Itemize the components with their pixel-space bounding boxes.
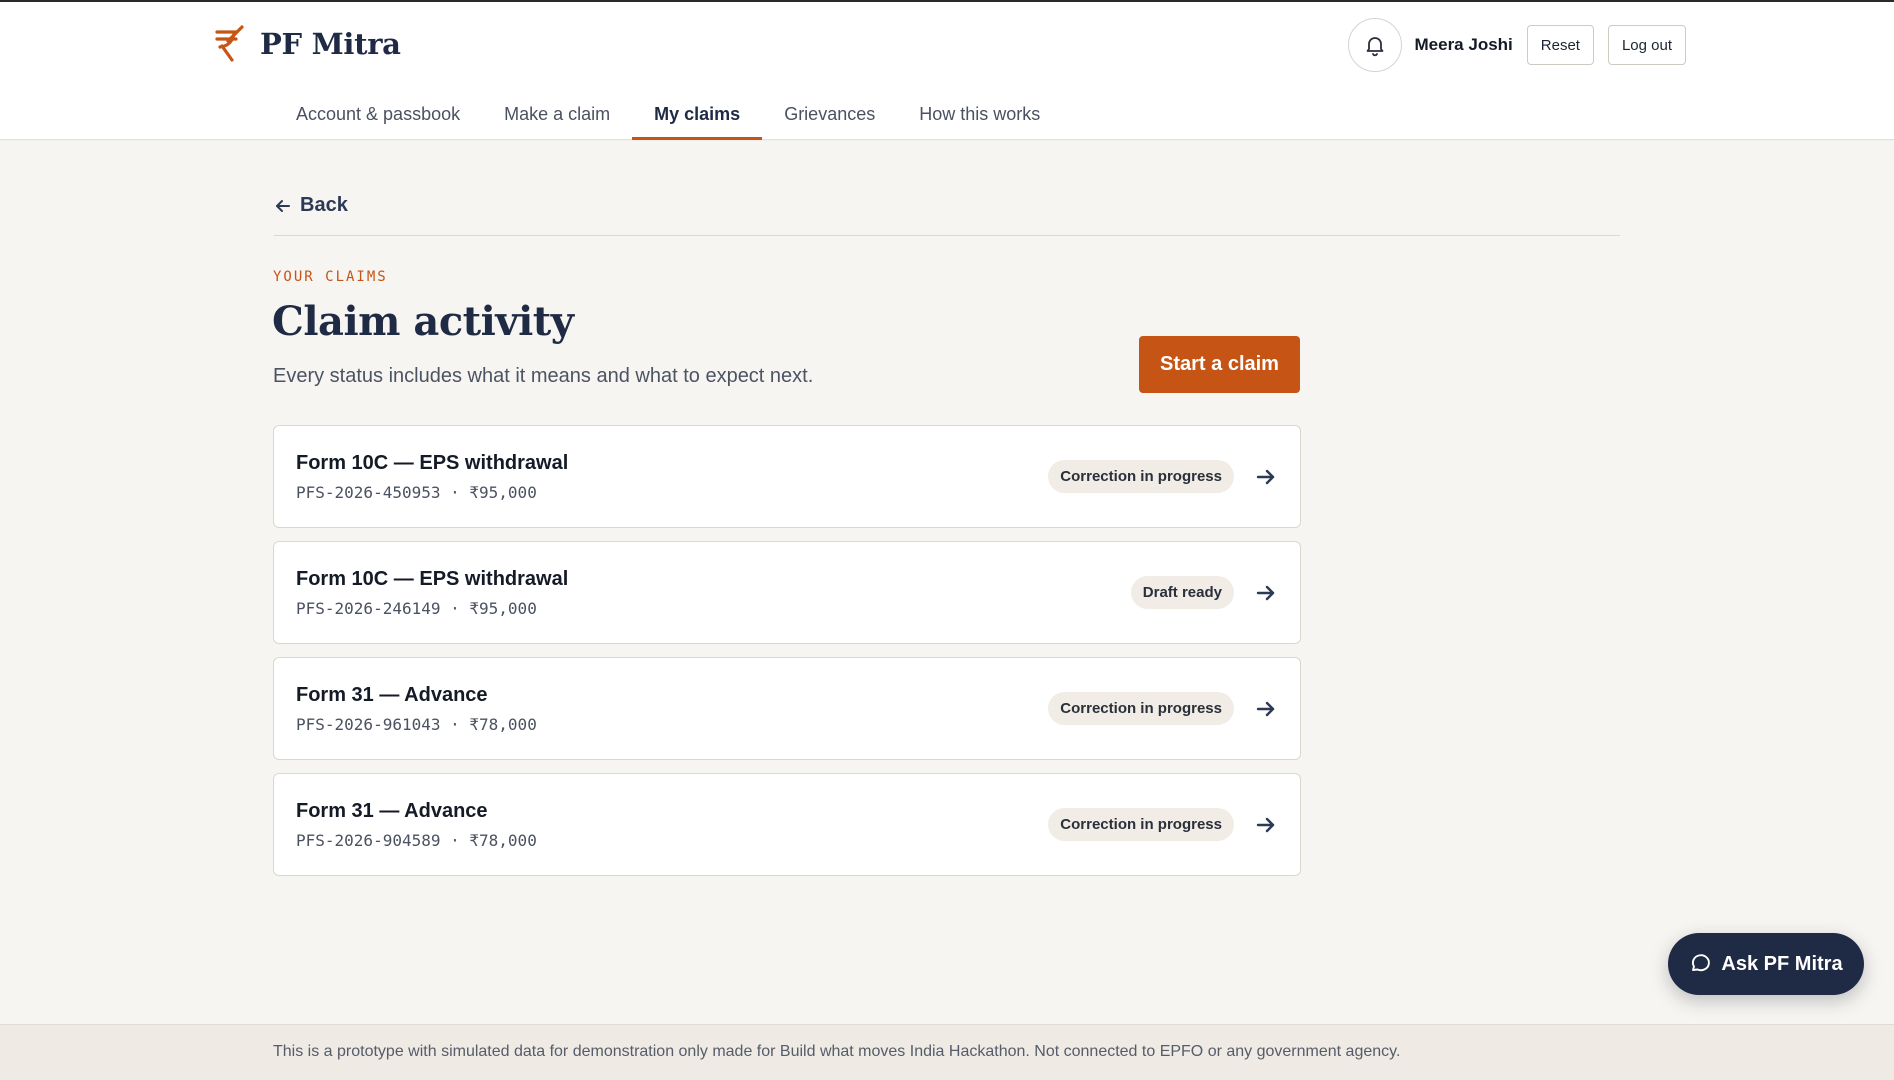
arrow-right-icon[interactable]	[1254, 581, 1278, 605]
section-eyebrow: YOUR CLAIMS	[273, 269, 388, 285]
ask-assistant-label: Ask PF Mitra	[1721, 952, 1843, 975]
claim-meta: PFS-2026-961043 · ₹78,000	[296, 715, 537, 734]
claim-status-area: Draft ready	[1130, 542, 1278, 643]
claim-title: Form 31 — Advance	[296, 800, 488, 822]
status-badge: Correction in progress	[1048, 808, 1234, 841]
logout-button[interactable]: Log out	[1607, 25, 1686, 65]
brand-name: PF Mitra	[260, 27, 401, 61]
claim-status-area: Correction in progress	[1048, 426, 1278, 527]
nav-item-account-passbook[interactable]: Account & passbook	[274, 92, 482, 140]
claim-card[interactable]: Form 10C — EPS withdrawal PFS-2026-45095…	[273, 425, 1301, 528]
rupee-logo-icon	[215, 25, 244, 62]
user-name: Meera Joshi	[1414, 35, 1513, 54]
arrow-right-icon[interactable]	[1254, 813, 1278, 837]
claim-card[interactable]: Form 10C — EPS withdrawal PFS-2026-24614…	[273, 541, 1301, 644]
back-link[interactable]: Back	[274, 194, 348, 217]
claim-title: Form 31 — Advance	[296, 684, 488, 706]
status-badge: Draft ready	[1130, 576, 1234, 609]
nav-item-grievances[interactable]: Grievances	[762, 92, 897, 140]
reset-button[interactable]: Reset	[1526, 25, 1594, 65]
claim-status-area: Correction in progress	[1048, 658, 1278, 759]
claims-list: Form 10C — EPS withdrawal PFS-2026-45095…	[273, 425, 1301, 889]
page-title: Claim activity	[272, 298, 574, 345]
nav-item-how-this-works[interactable]: How this works	[897, 92, 1062, 140]
header-actions: Meera Joshi Reset Log out	[1347, 18, 1686, 72]
chat-bubble-icon	[1692, 954, 1711, 972]
bell-icon	[1366, 37, 1383, 57]
claim-meta: PFS-2026-450953 · ₹95,000	[296, 483, 537, 502]
arrow-right-icon[interactable]	[1254, 465, 1278, 489]
status-badge: Correction in progress	[1048, 692, 1234, 725]
ask-assistant-button[interactable]: Ask PF Mitra	[1668, 933, 1864, 995]
main-nav: Account & passbook Make a claim My claim…	[274, 92, 1062, 140]
claim-title: Form 10C — EPS withdrawal	[296, 452, 569, 474]
start-claim-button[interactable]: Start a claim	[1139, 336, 1300, 393]
page-subtitle: Every status includes what it means and …	[273, 365, 814, 387]
claim-card[interactable]: Form 31 — Advance PFS-2026-904589 · ₹78,…	[273, 773, 1301, 876]
claim-status-area: Correction in progress	[1048, 774, 1278, 875]
page-footer: This is a prototype with simulated data …	[0, 1024, 1894, 1080]
arrow-left-icon	[276, 199, 290, 212]
claim-meta: PFS-2026-904589 · ₹78,000	[296, 831, 537, 850]
claim-title: Form 10C — EPS withdrawal	[296, 568, 569, 590]
arrow-right-icon[interactable]	[1254, 697, 1278, 721]
back-label: Back	[300, 194, 348, 216]
app-header: PF Mitra Meera Joshi Reset Log out Accou…	[0, 2, 1894, 140]
status-badge: Correction in progress	[1048, 460, 1234, 493]
claim-meta: PFS-2026-246149 · ₹95,000	[296, 599, 537, 618]
nav-item-my-claims[interactable]: My claims	[632, 92, 763, 140]
nav-item-make-claim[interactable]: Make a claim	[482, 92, 632, 140]
disclaimer-text: This is a prototype with simulated data …	[273, 1043, 1401, 1060]
notifications-button[interactable]	[1347, 18, 1402, 72]
claim-card[interactable]: Form 31 — Advance PFS-2026-961043 · ₹78,…	[273, 657, 1301, 760]
brand-logo[interactable]: PF Mitra	[214, 24, 401, 64]
section-divider	[274, 235, 1620, 236]
